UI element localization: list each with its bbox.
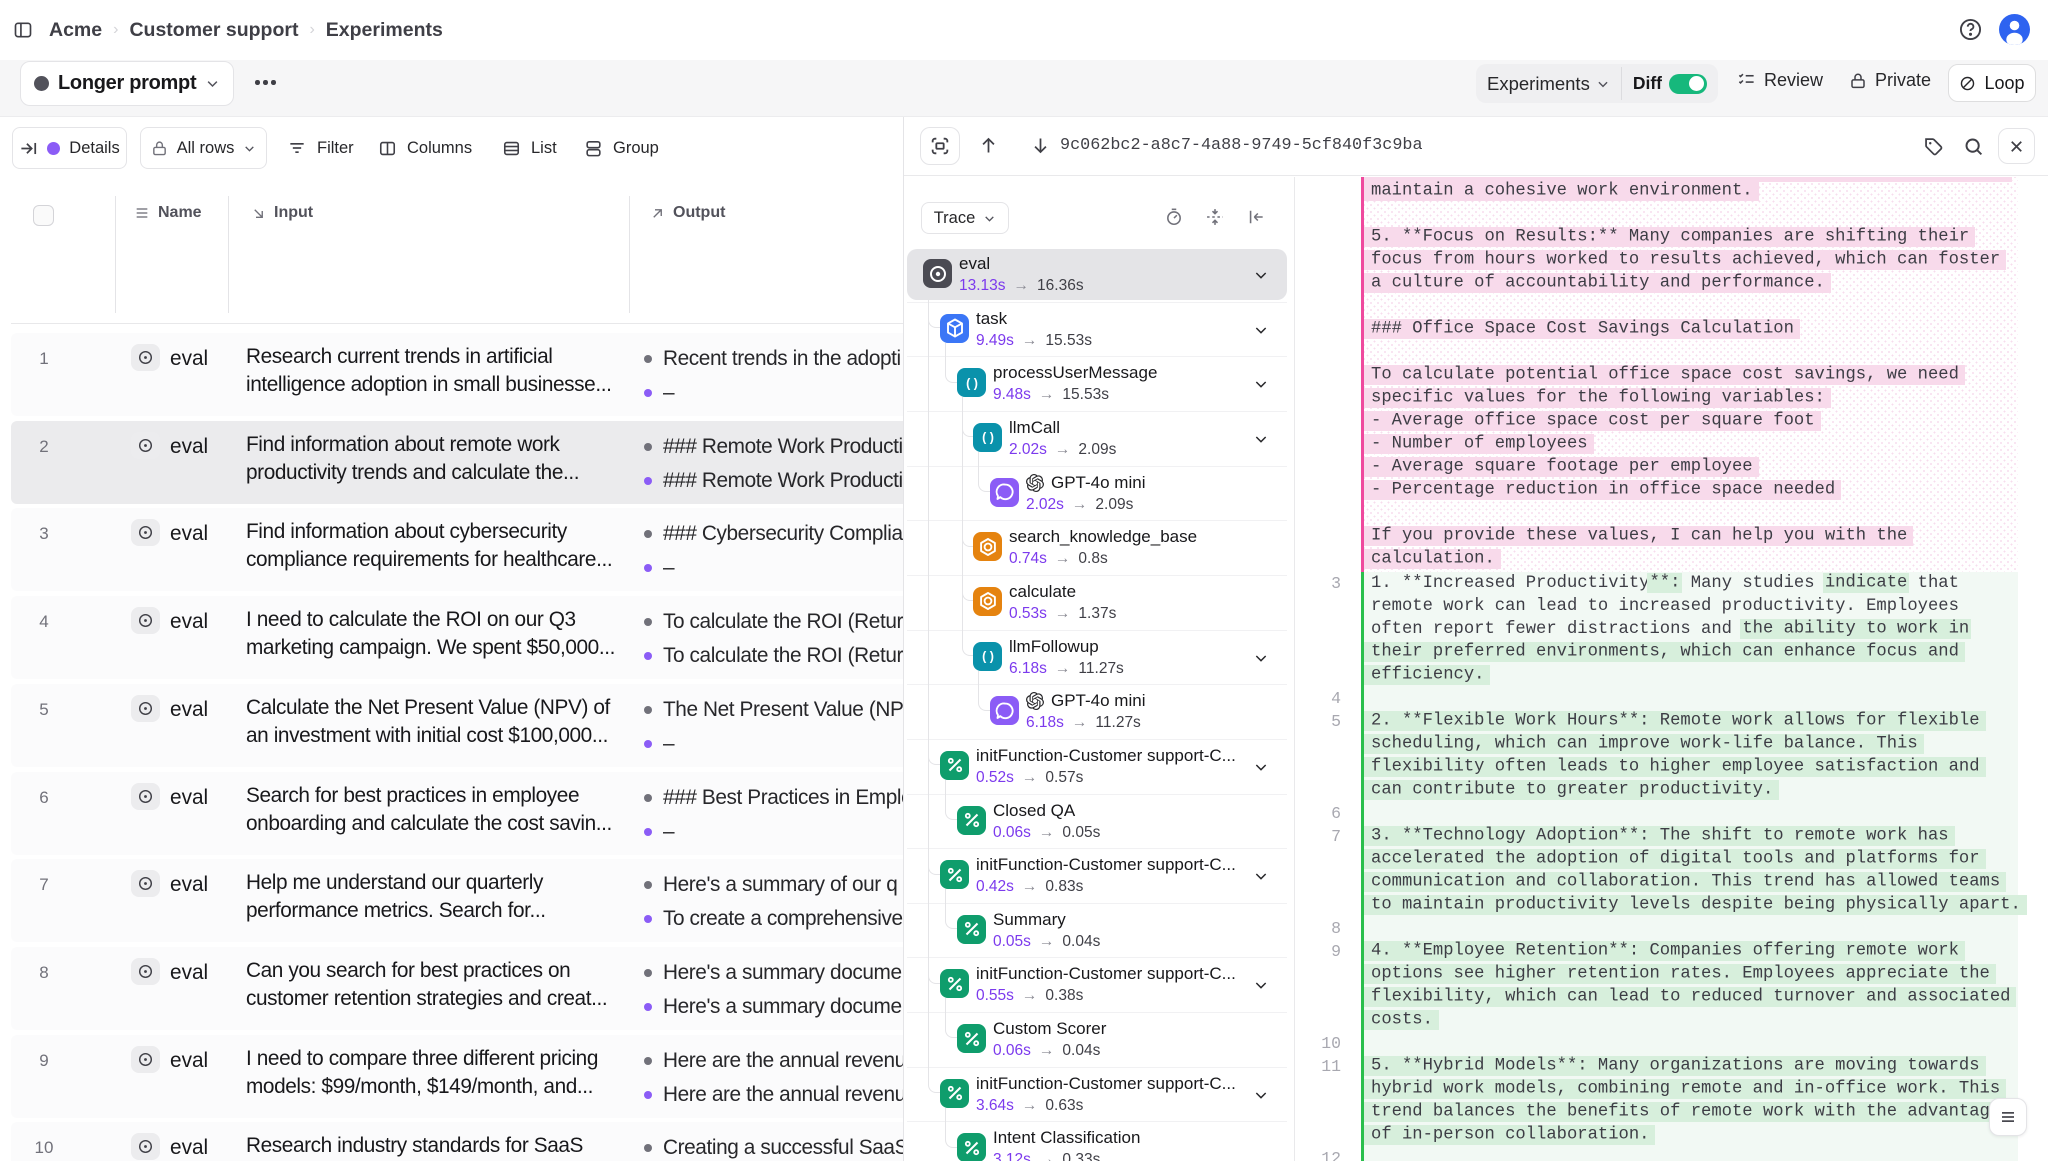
svg-text:( ): ( ): [982, 431, 994, 445]
svg-text:( ): ( ): [982, 650, 994, 664]
svg-text:( ): ( ): [966, 376, 978, 390]
